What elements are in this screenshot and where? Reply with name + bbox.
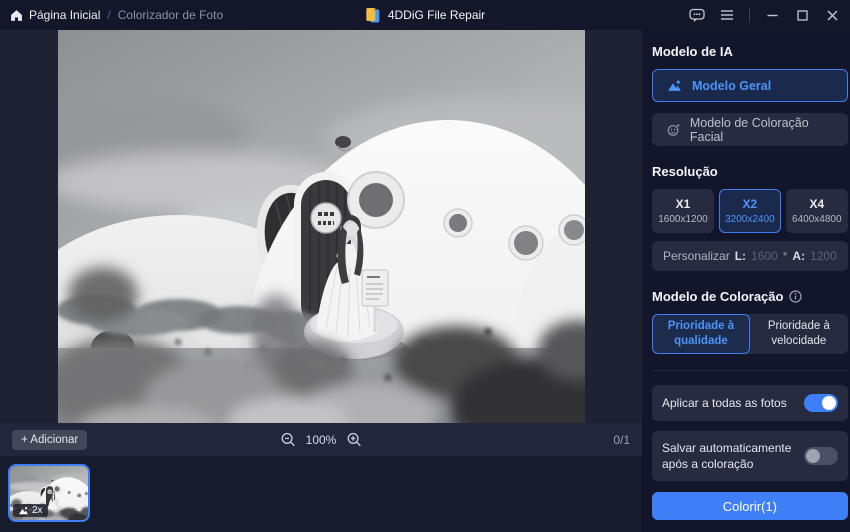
model-general-button[interactable]: Modelo Geral	[652, 69, 848, 102]
ai-model-heading: Modelo de IA	[652, 44, 848, 59]
app-title-group: 4DDiG File Repair	[365, 7, 485, 24]
app-window: Página Inicial / Colorizador de Foto 4DD…	[0, 0, 850, 532]
resolution-options: X1 1600x1200 X2 3200x2400 X4 6400x4800	[652, 189, 848, 233]
close-button[interactable]	[824, 7, 840, 23]
custom-separator: *	[783, 249, 788, 263]
zoom-level: 100%	[306, 433, 337, 447]
thumbnail-strip: 2x	[0, 456, 642, 532]
breadcrumb-home-label: Página Inicial	[29, 8, 100, 22]
resolution-heading: Resolução	[652, 164, 848, 179]
colorize-button[interactable]: Colorir(1)	[652, 492, 848, 520]
image-model-icon	[667, 79, 682, 92]
app-logo-icon	[365, 7, 381, 24]
zoom-in-icon[interactable]	[346, 432, 361, 447]
sidebar-divider	[652, 370, 848, 371]
image-icon	[18, 506, 29, 515]
scale-badge-label: 2x	[32, 505, 43, 516]
custom-width-value[interactable]: 1600	[751, 249, 778, 263]
resolution-x1-button[interactable]: X1 1600x1200	[652, 189, 714, 233]
model-general-label: Modelo Geral	[692, 79, 771, 93]
canvas-toolbar: + Adicionar 100% 0/1	[0, 423, 642, 456]
breadcrumb: Página Inicial / Colorizador de Foto	[10, 8, 223, 22]
feedback-icon[interactable]	[689, 7, 705, 23]
preview-photo	[58, 30, 585, 423]
controls-divider	[749, 8, 750, 22]
custom-label: Personalizar	[663, 249, 730, 263]
apply-all-row: Aplicar a todas as fotos	[652, 385, 848, 421]
resolution-x4-size: 6400x4800	[792, 214, 842, 225]
autosave-label: Salvar automaticamente após a coloração	[662, 440, 796, 472]
home-icon	[10, 9, 23, 22]
window-controls	[689, 7, 840, 23]
maximize-button[interactable]	[794, 7, 810, 23]
toggle-knob	[806, 449, 820, 463]
zoom-controls: 100%	[281, 432, 362, 447]
info-icon[interactable]	[789, 290, 802, 303]
priority-speed-button[interactable]: Prioridade à velocidade	[750, 314, 848, 354]
minimize-button[interactable]	[764, 7, 780, 23]
resolution-x4-button[interactable]: X4 6400x4800	[786, 189, 848, 233]
scale-badge: 2x	[13, 504, 48, 517]
breadcrumb-current: Colorizador de Foto	[118, 8, 223, 22]
face-model-icon	[667, 123, 680, 137]
settings-sidebar: Modelo de IA Modelo Geral Modelo de Colo…	[642, 30, 850, 532]
breadcrumb-home[interactable]: Página Inicial	[10, 8, 100, 22]
color-model-heading-label: Modelo de Coloração	[652, 289, 783, 304]
resolution-x2-size: 3200x2400	[725, 214, 775, 225]
menu-icon[interactable]	[719, 7, 735, 23]
breadcrumb-separator: /	[107, 8, 110, 22]
autosave-toggle[interactable]	[804, 447, 838, 465]
photo-canvas	[0, 30, 642, 423]
main-panel: + Adicionar 100% 0/1	[0, 30, 642, 532]
app-title: 4DDiG File Repair	[388, 8, 485, 22]
custom-height-label: A:	[792, 249, 805, 263]
model-facial-button[interactable]: Modelo de Coloração Facial	[652, 113, 848, 146]
add-photo-button[interactable]: + Adicionar	[12, 430, 87, 450]
resolution-x2-button[interactable]: X2 3200x2400	[719, 189, 781, 233]
resolution-x2-scale: X2	[743, 197, 758, 211]
photo-thumbnail[interactable]: 2x	[8, 464, 90, 522]
apply-all-label: Aplicar a todas as fotos	[662, 395, 787, 411]
resolution-x1-size: 1600x1200	[658, 214, 708, 225]
autosave-row: Salvar automaticamente após a coloração	[652, 431, 848, 481]
color-model-heading: Modelo de Coloração	[652, 289, 848, 304]
custom-resolution-row[interactable]: Personalizar L: 1600 * A: 1200	[652, 241, 848, 271]
title-bar: Página Inicial / Colorizador de Foto 4DD…	[0, 0, 850, 30]
priority-segmented-control: Prioridade à qualidade Prioridade à velo…	[652, 314, 848, 354]
resolution-x1-scale: X1	[676, 197, 691, 211]
zoom-out-icon[interactable]	[281, 432, 296, 447]
resolution-x4-scale: X4	[809, 197, 824, 211]
custom-height-value[interactable]: 1200	[810, 249, 837, 263]
apply-all-toggle[interactable]	[804, 394, 838, 412]
model-facial-label: Modelo de Coloração Facial	[690, 116, 833, 144]
priority-quality-button[interactable]: Prioridade à qualidade	[652, 314, 750, 354]
custom-width-label: L:	[735, 249, 746, 263]
photo-counter: 0/1	[613, 433, 630, 447]
toggle-knob	[822, 396, 836, 410]
